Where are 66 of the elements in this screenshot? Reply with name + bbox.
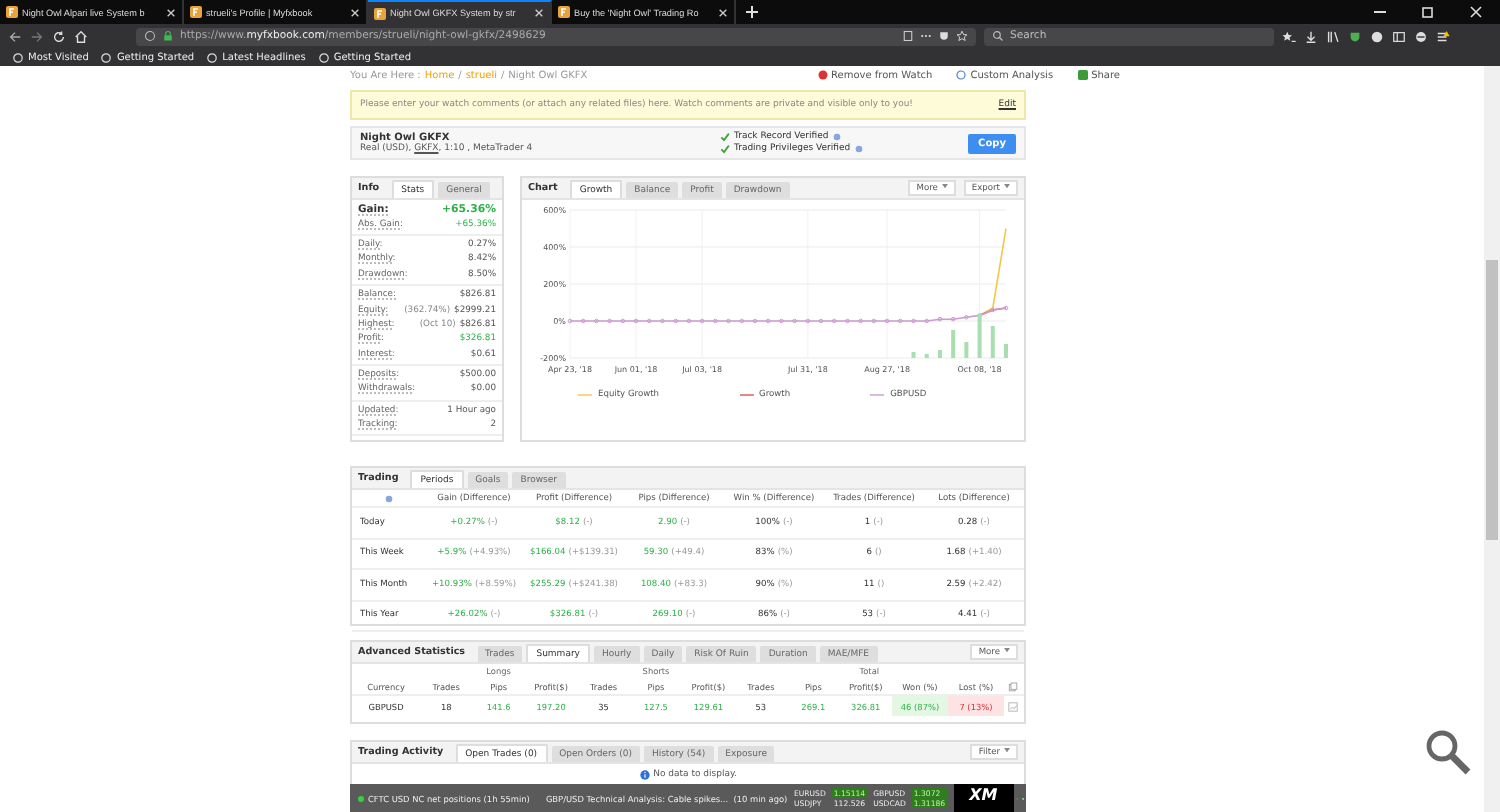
favicon-icon <box>558 6 570 18</box>
close-icon[interactable] <box>1468 4 1484 20</box>
star-icon[interactable] <box>956 30 968 42</box>
data-point <box>739 318 745 324</box>
share-icon <box>1077 70 1088 80</box>
data-point <box>633 318 639 324</box>
chart-icon <box>956 70 967 80</box>
caret-icon <box>1004 648 1010 653</box>
shield-icon[interactable] <box>938 30 950 42</box>
scrollbar-thumb[interactable] <box>1486 260 1498 540</box>
data-point <box>937 316 943 322</box>
menu-icon[interactable] <box>1436 29 1450 43</box>
globe-icon <box>206 51 219 63</box>
reload-icon[interactable] <box>52 29 66 43</box>
data-point <box>567 318 573 324</box>
data-point <box>686 318 692 324</box>
shield-icon[interactable] <box>1348 29 1362 43</box>
sidebar-icon[interactable] <box>1392 29 1406 43</box>
magnifier-icon[interactable] <box>1424 728 1472 776</box>
volume-bars-drawing <box>911 314 1008 358</box>
data-point <box>620 318 626 324</box>
library-icon[interactable] <box>1326 29 1340 43</box>
data-point <box>990 307 996 313</box>
close-icon[interactable] <box>718 7 728 17</box>
data-point <box>699 318 705 324</box>
favicon-icon <box>6 6 18 18</box>
data-point <box>765 318 771 324</box>
new-tab-icon[interactable] <box>744 4 760 20</box>
download-icon[interactable] <box>1304 29 1318 43</box>
globe-icon[interactable] <box>1370 29 1384 43</box>
remove-icon <box>817 70 828 80</box>
data-point <box>752 318 758 324</box>
data-point <box>805 318 811 324</box>
data-point <box>831 318 837 324</box>
caret-icon <box>941 184 948 189</box>
data-point <box>871 318 877 324</box>
globe-icon <box>317 51 330 63</box>
data-point <box>884 318 890 324</box>
data-point <box>1003 305 1009 311</box>
info-icon <box>639 769 650 779</box>
caret-icon <box>1004 184 1010 189</box>
favicon-icon <box>190 6 202 18</box>
forward-arrow-icon[interactable] <box>30 29 44 43</box>
restore-icon[interactable] <box>1420 4 1436 20</box>
reader-view-icon[interactable] <box>902 30 914 42</box>
home-icon[interactable] <box>74 29 88 43</box>
broker-logo[interactable]: XM <box>953 784 1014 812</box>
back-arrow-icon[interactable] <box>8 29 22 43</box>
close-icon[interactable] <box>534 8 544 18</box>
globe-icon <box>100 51 113 63</box>
lock-icon <box>162 30 174 42</box>
data-point <box>924 318 930 324</box>
mask-icon[interactable] <box>1414 29 1428 43</box>
caret-icon <box>1004 748 1010 753</box>
close-icon[interactable] <box>166 7 176 17</box>
search-icon <box>992 30 1004 42</box>
star-list-icon[interactable] <box>1282 29 1296 43</box>
info-icon <box>144 30 156 42</box>
close-icon[interactable] <box>350 7 360 17</box>
data-point <box>646 318 652 324</box>
data-point <box>580 318 586 324</box>
favicon-icon <box>374 7 386 19</box>
status-dot-icon <box>358 795 364 801</box>
data-point <box>818 318 824 324</box>
data-point <box>950 316 956 322</box>
data-point <box>964 315 969 320</box>
